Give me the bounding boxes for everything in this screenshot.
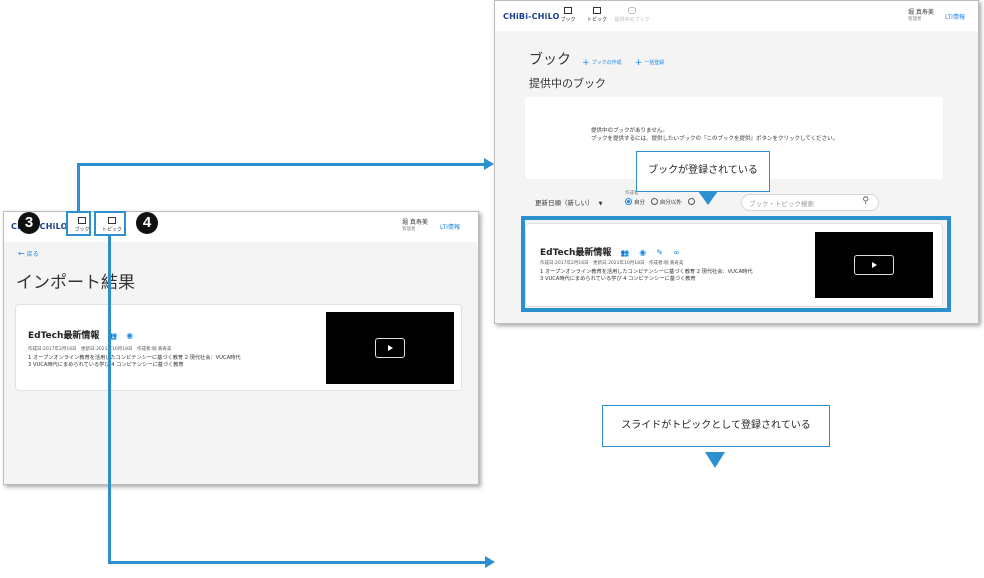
arrow-right-icon bbox=[484, 158, 494, 170]
search-input[interactable]: ブック・トピック検索 ⚲ bbox=[741, 194, 879, 211]
create-book-link[interactable]: + ブックの作成 bbox=[582, 58, 622, 68]
connector-line bbox=[77, 163, 80, 212]
app-bar: CHiBi-CHiLO ブック トピック 提供中のブック 堀 真寿美 管理者 L… bbox=[495, 1, 978, 31]
user-name: 堀 真寿美 bbox=[908, 9, 934, 16]
connector-line bbox=[108, 235, 111, 564]
empty-message-line: ブックを提供するには、提供したいブックの『このブックを提供』ボタンをクリックして… bbox=[591, 136, 839, 142]
topic-icon bbox=[593, 7, 601, 14]
lti-info-link[interactable]: LTI情報 bbox=[945, 12, 965, 21]
highlight-book-card bbox=[521, 216, 951, 312]
page-title: インポート結果 bbox=[16, 273, 135, 293]
step-badge-3: 3 bbox=[18, 212, 40, 234]
user-role: 管理者 bbox=[908, 17, 922, 22]
page-title: ブック bbox=[529, 52, 571, 68]
empty-message-line: 提供中のブックがありません。 bbox=[591, 128, 668, 134]
nav-topic-label: トピック bbox=[586, 17, 607, 23]
connector-line bbox=[77, 163, 485, 166]
sort-select[interactable]: 更新日順（新しい） ▼ bbox=[535, 197, 602, 207]
radio-others[interactable]: 自分以外 bbox=[650, 198, 682, 206]
user-info: 堀 真寿美 管理者 bbox=[402, 217, 428, 232]
highlight-book-nav bbox=[66, 211, 91, 236]
step-badge-4: 4 bbox=[136, 212, 158, 234]
arrow-right-icon bbox=[485, 556, 495, 568]
book-icon bbox=[564, 7, 572, 14]
radio-off-icon bbox=[687, 198, 695, 205]
bulk-register-link[interactable]: + 一括登録 bbox=[634, 58, 665, 68]
callout-tail-icon bbox=[698, 191, 718, 205]
section-title: 提供中のブック bbox=[529, 77, 606, 90]
search-icon[interactable]: ⚲ bbox=[862, 196, 869, 206]
arrow-left-icon: ← bbox=[18, 249, 25, 258]
app-logo[interactable]: CHiBi-CHiLO bbox=[503, 12, 560, 21]
chevron-down-icon: ▼ bbox=[598, 201, 603, 207]
create-book-label: ブックの作成 bbox=[591, 60, 622, 66]
nav-provided-label: 提供中のブック bbox=[614, 17, 650, 23]
radio-all[interactable] bbox=[687, 198, 697, 206]
lti-info-link[interactable]: LTI情報 bbox=[440, 222, 460, 231]
book-description-line: 3 VUCA時代にまめられている学び 4 コンピテンシーに基づく教育 bbox=[28, 362, 184, 368]
book-description-line: 1 オープンオンライン教育を活用したコンピテンシーに基づく教育 2 現代社会：V… bbox=[28, 355, 241, 361]
radio-others-label: 自分以外 bbox=[659, 200, 682, 206]
radio-on-icon bbox=[625, 198, 632, 205]
nav-book-label: ブック bbox=[560, 17, 576, 23]
radio-self[interactable]: 自分 bbox=[625, 198, 646, 206]
user-name: 堀 真寿美 bbox=[402, 219, 428, 226]
book-description: 1 オープンオンライン教育を活用したコンピテンシーに基づく教育 2 現代社会：V… bbox=[28, 355, 328, 369]
book-title[interactable]: EdTech最新情報 bbox=[28, 331, 99, 341]
eye-icon[interactable]: ◉ bbox=[126, 331, 133, 340]
creator-filter: 自分 自分以外 bbox=[625, 198, 697, 206]
sort-value: 更新日順（新しい） bbox=[535, 199, 594, 207]
radio-off-icon bbox=[650, 198, 658, 205]
back-link[interactable]: ← 戻る bbox=[18, 249, 39, 258]
callout-book-registered: ブックが登録されている bbox=[636, 151, 770, 192]
page-header: ブック + ブックの作成 + 一括登録 bbox=[529, 49, 664, 69]
user-role: 管理者 bbox=[402, 227, 416, 232]
bulk-register-label: 一括登録 bbox=[644, 60, 665, 66]
book-meta: 作成日:2017年2月16日 更新日:2021年10月18日 作成者:堀 真寿美 bbox=[28, 347, 172, 352]
search-placeholder: ブック・トピック検索 bbox=[749, 200, 814, 208]
nav-provided-button[interactable]: 提供中のブック bbox=[612, 7, 652, 23]
highlight-topic-nav bbox=[94, 211, 126, 236]
callout-slide-registered: スライドがトピックとして登録されている bbox=[602, 405, 830, 447]
user-info: 堀 真寿美 管理者 bbox=[908, 7, 934, 22]
import-result-screenshot: CHiBi-CHiLO ブック トピック 堀 真寿美 管理者 LTI情報 ← 戻… bbox=[3, 211, 479, 485]
video-thumbnail[interactable] bbox=[326, 312, 454, 384]
plus-icon: + bbox=[634, 58, 643, 68]
empty-message: 提供中のブックがありません。 ブックを提供するには、提供したいブックの『このブッ… bbox=[591, 127, 838, 143]
back-label: 戻る bbox=[26, 251, 39, 258]
book-title-row: EdTech最新情報 👥 ◉ bbox=[28, 323, 133, 342]
link-icon bbox=[628, 7, 636, 14]
nav-book-button[interactable]: ブック bbox=[558, 7, 578, 23]
nav-topic-button[interactable]: トピック bbox=[584, 7, 610, 23]
radio-self-label: 自分 bbox=[634, 200, 646, 206]
plus-icon: + bbox=[582, 58, 590, 68]
callout-tail-icon bbox=[705, 452, 725, 468]
connector-line bbox=[108, 561, 486, 564]
book-card[interactable]: EdTech最新情報 👥 ◉ 作成日:2017年2月16日 更新日:2021年1… bbox=[15, 304, 462, 391]
play-icon[interactable] bbox=[375, 338, 405, 358]
